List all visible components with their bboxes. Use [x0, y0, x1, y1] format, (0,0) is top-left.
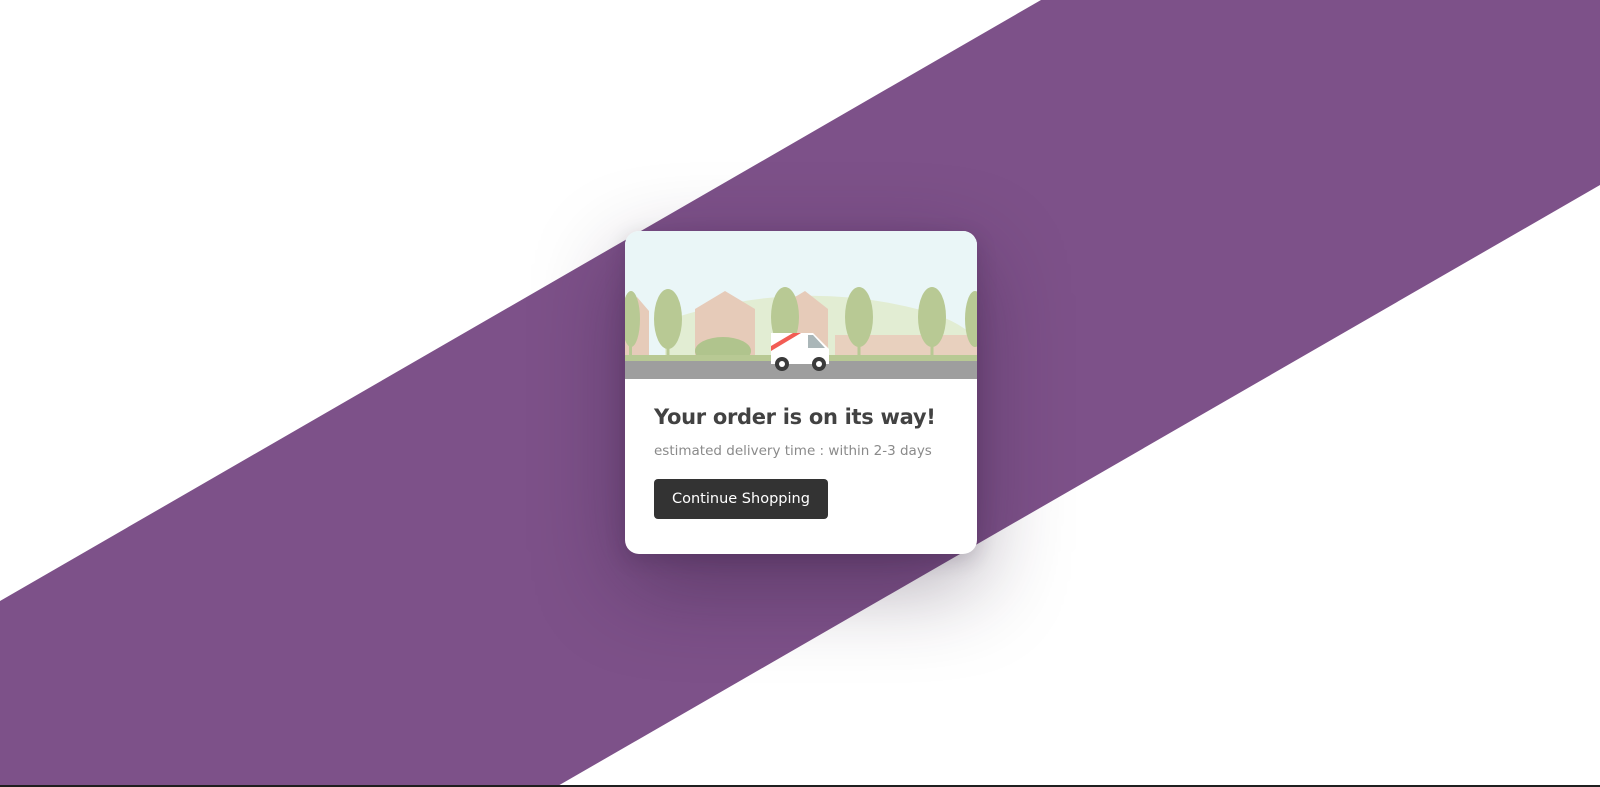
order-confirmation-modal: Your order is on its way! estimated deli… [625, 231, 977, 554]
modal-title: Your order is on its way! [654, 405, 936, 429]
modal-content: Your order is on its way! estimated deli… [625, 379, 977, 519]
delivery-estimate-text: estimated delivery time : within 2-3 day… [654, 443, 932, 459]
continue-shopping-button[interactable]: Continue Shopping [654, 479, 828, 519]
delivery-illustration [625, 231, 977, 379]
page-background: Your order is on its way! estimated deli… [0, 0, 1600, 787]
